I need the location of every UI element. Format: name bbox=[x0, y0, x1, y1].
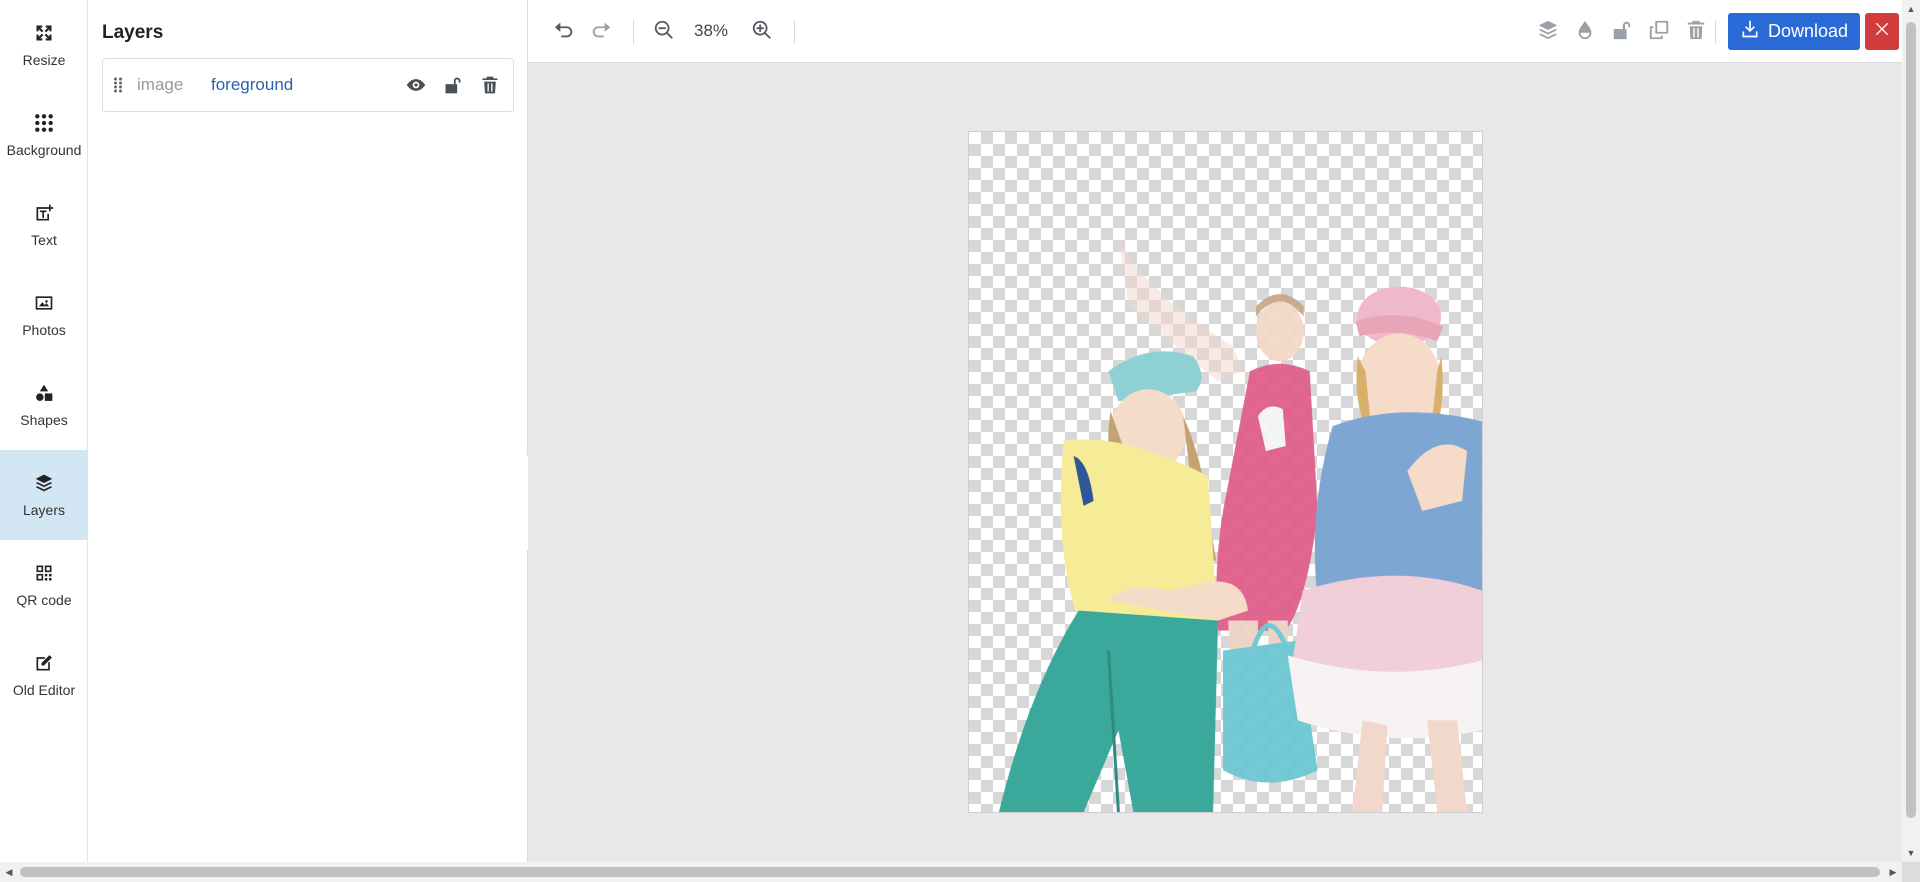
rail-item-text[interactable]: Text bbox=[0, 180, 88, 270]
text-icon bbox=[33, 202, 55, 224]
undo-button[interactable] bbox=[550, 18, 578, 46]
foreground-image[interactable] bbox=[969, 132, 1482, 812]
rail-label: Resize bbox=[22, 52, 66, 68]
delete-button[interactable] bbox=[1682, 18, 1710, 46]
rail-item-qr-code[interactable]: QR code bbox=[0, 540, 88, 630]
vertical-scrollbar[interactable]: ▲ ▼ bbox=[1902, 0, 1920, 862]
scrollbar-corner bbox=[1902, 862, 1920, 882]
close-button[interactable] bbox=[1865, 13, 1899, 50]
rail-item-layers[interactable]: Layers bbox=[0, 450, 88, 540]
layers-icon bbox=[1537, 19, 1559, 46]
zoom-level: 38% bbox=[694, 21, 729, 40]
toolbar-divider bbox=[633, 20, 634, 44]
eye-icon[interactable] bbox=[403, 72, 429, 98]
zoom-in-icon bbox=[751, 19, 773, 46]
rail-label: Shapes bbox=[20, 412, 68, 428]
person-right bbox=[1287, 286, 1482, 812]
download-button[interactable]: Download bbox=[1728, 13, 1860, 50]
canvas-workspace bbox=[528, 63, 1902, 862]
scrollbar-thumb[interactable] bbox=[1906, 22, 1916, 818]
droplet-icon bbox=[1574, 19, 1596, 46]
redo-button[interactable] bbox=[587, 18, 615, 46]
layer-actions bbox=[392, 72, 503, 98]
layers-panel: Layers image foreground bbox=[88, 0, 528, 862]
shapes-icon bbox=[33, 382, 55, 404]
rail-label: Photos bbox=[22, 322, 66, 338]
download-label: Download bbox=[1767, 21, 1849, 41]
rail-item-old-editor[interactable]: Old Editor bbox=[0, 630, 88, 720]
zoom-out-icon bbox=[653, 19, 675, 46]
scroll-up-arrow-icon[interactable]: ▲ bbox=[1902, 0, 1920, 18]
rail-item-shapes[interactable]: Shapes bbox=[0, 360, 88, 450]
editor-app: Resize Background Text Photos Shapes Lay… bbox=[0, 0, 1920, 882]
edit-icon bbox=[33, 652, 55, 674]
rail-item-resize[interactable]: Resize bbox=[0, 0, 88, 90]
artboard[interactable] bbox=[968, 131, 1483, 813]
undo-icon bbox=[553, 19, 575, 46]
image-icon bbox=[33, 292, 55, 314]
download-icon bbox=[1740, 19, 1760, 44]
rail-label: Background bbox=[6, 142, 82, 158]
rail-label: Text bbox=[31, 232, 57, 248]
person-left bbox=[998, 351, 1248, 812]
layer-name[interactable]: foreground bbox=[211, 75, 392, 95]
tool-rail: Resize Background Text Photos Shapes Lay… bbox=[0, 0, 88, 862]
resize-icon bbox=[33, 22, 55, 44]
close-icon bbox=[1874, 21, 1890, 42]
copy-icon bbox=[1648, 19, 1670, 46]
lock-button[interactable] bbox=[1608, 18, 1636, 46]
zoom-in-button[interactable] bbox=[748, 18, 776, 46]
duplicate-button[interactable] bbox=[1645, 18, 1673, 46]
layer-type: image bbox=[137, 75, 184, 94]
scroll-down-arrow-icon[interactable]: ▼ bbox=[1902, 844, 1920, 862]
scrollbar-thumb[interactable] bbox=[20, 867, 1880, 877]
horizontal-scrollbar[interactable]: ◀ ▶ bbox=[0, 862, 1902, 882]
layers-icon bbox=[33, 472, 55, 494]
layer-row[interactable]: image foreground bbox=[102, 58, 514, 112]
drag-handle-icon[interactable] bbox=[103, 77, 133, 93]
toolbar-divider bbox=[794, 20, 795, 44]
redo-icon bbox=[590, 19, 612, 46]
opacity-button[interactable] bbox=[1571, 18, 1599, 46]
rail-label: QR code bbox=[16, 592, 72, 608]
scroll-left-arrow-icon[interactable]: ◀ bbox=[0, 862, 18, 882]
arrange-layers-button[interactable] bbox=[1534, 18, 1562, 46]
toolbar-divider bbox=[1715, 20, 1716, 44]
zoom-out-button[interactable] bbox=[650, 18, 678, 46]
top-toolbar: 38% Download bbox=[528, 0, 1902, 63]
dots-grid-icon bbox=[33, 112, 55, 134]
rail-label: Old Editor bbox=[12, 682, 76, 698]
rail-item-background[interactable]: Background bbox=[0, 90, 88, 180]
unlock-icon bbox=[1611, 19, 1633, 46]
panel-title: Layers bbox=[102, 22, 164, 43]
qr-code-icon bbox=[33, 562, 55, 584]
trash-icon[interactable] bbox=[477, 72, 503, 98]
scroll-right-arrow-icon[interactable]: ▶ bbox=[1884, 862, 1902, 882]
rail-item-photos[interactable]: Photos bbox=[0, 270, 88, 360]
rail-label: Layers bbox=[22, 502, 66, 518]
unlock-icon[interactable] bbox=[440, 72, 466, 98]
trash-icon bbox=[1685, 19, 1707, 46]
